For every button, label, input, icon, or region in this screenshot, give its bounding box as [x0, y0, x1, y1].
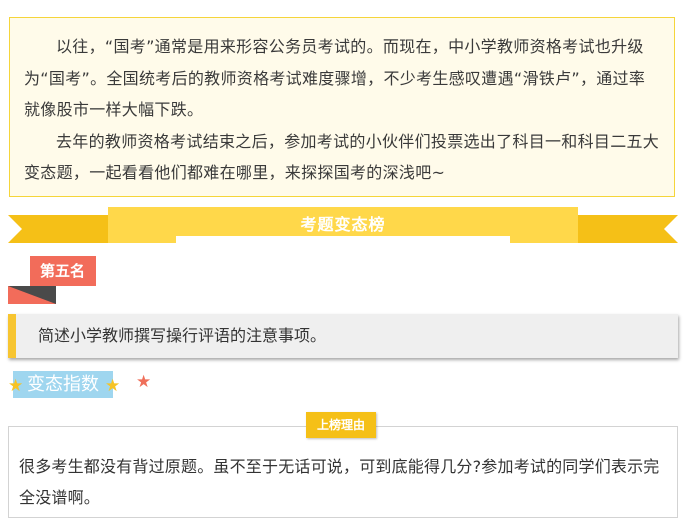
difficulty-rating-star-icon: ★	[136, 372, 152, 392]
intro-paragraph-1: 以往，“国考”通常是用来形容公务员考试的。而现在，中小学教师资格考试也升级为“国…	[24, 37, 646, 119]
star-icon: ★	[105, 376, 121, 396]
rank-badge: 第五名	[8, 254, 98, 304]
reason-tag: 上榜理由	[306, 412, 376, 438]
reason-box: 很多考生都没有背过原题。虽不至于无话可说，可到底能得几分?参加考试的同学们表示完…	[8, 426, 678, 518]
intro-paragraph-2: 去年的教师资格考试结束之后，参加考试的小伙伴们投票选出了科目一和科目二五大变态题…	[24, 131, 660, 183]
ribbon-title: 考题变态榜	[300, 215, 386, 234]
rank-label: 第五名	[40, 262, 86, 280]
question-card: 简述小学教师撰写操行评语的注意事项。	[8, 314, 678, 358]
star-icon: ★	[8, 376, 24, 396]
difficulty-label: 变态指数	[13, 371, 113, 398]
question-text: 简述小学教师撰写操行评语的注意事项。	[38, 326, 327, 345]
intro-box: 以往，“国考”通常是用来形容公务员考试的。而现在，中小学教师资格考试也升级为“国…	[9, 17, 675, 197]
ribbon-center-cutout	[176, 236, 510, 243]
ribbon-banner: 考题变态榜	[8, 207, 678, 247]
reason-text: 很多考生都没有背过原题。虽不至于无话可说，可到底能得几分?参加考试的同学们表示完…	[19, 457, 660, 507]
